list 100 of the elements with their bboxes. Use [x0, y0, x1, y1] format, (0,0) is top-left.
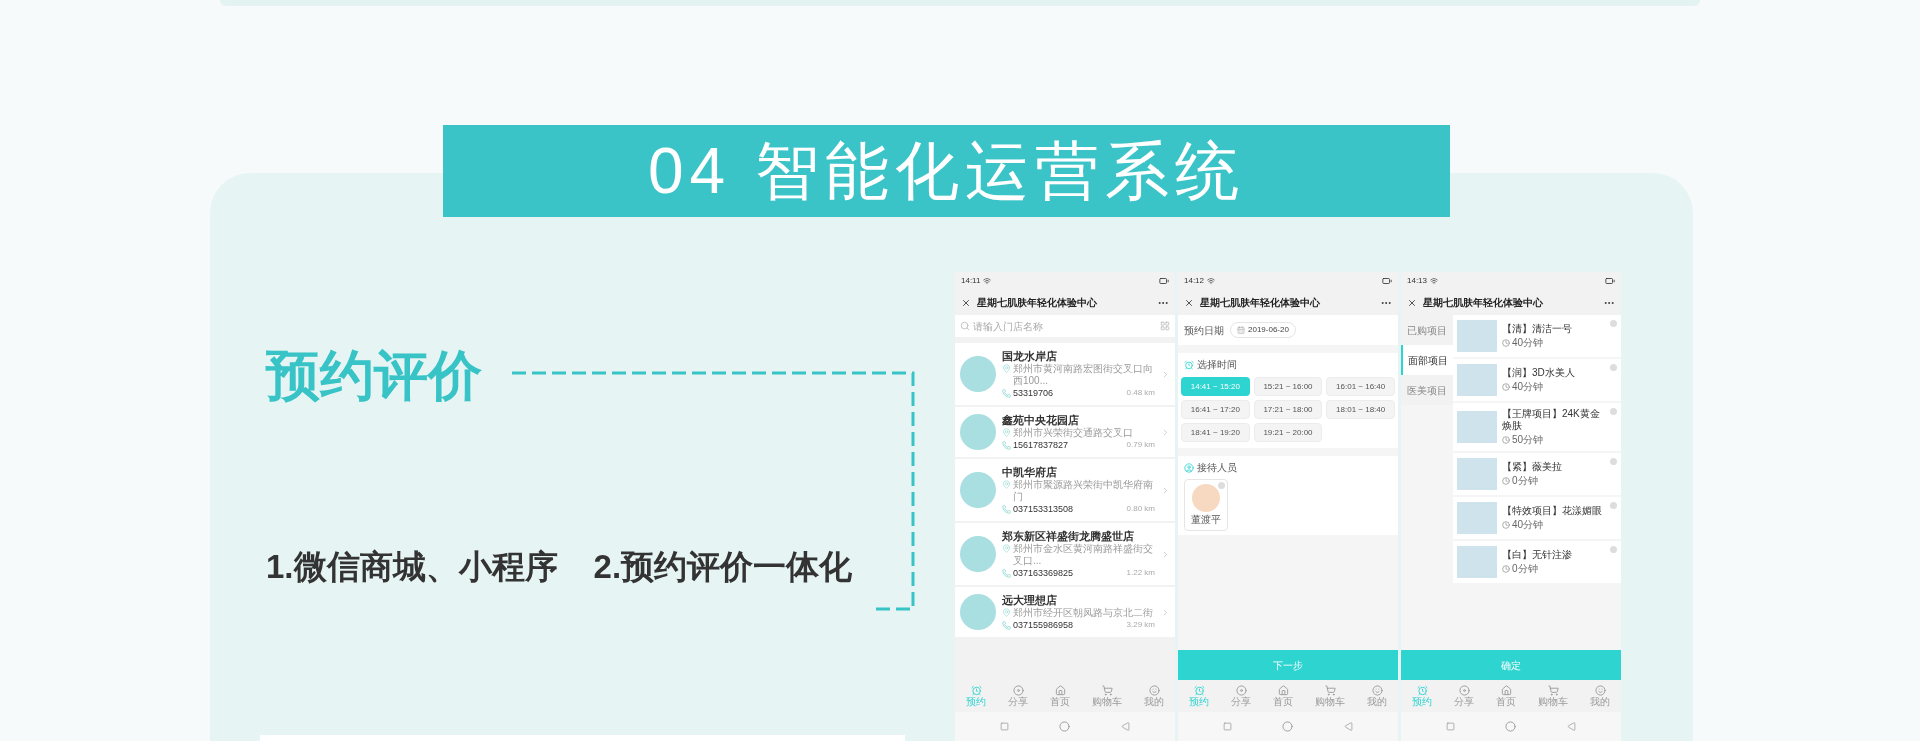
category-tab[interactable]: 面部项目	[1401, 345, 1453, 375]
service-item[interactable]: 【清】清洁一号 40分钟	[1453, 315, 1621, 357]
date-label: 预约日期	[1184, 323, 1224, 338]
clock-icon	[1502, 477, 1510, 485]
recent-apps-icon[interactable]	[1446, 722, 1456, 731]
store-name: 远大理想店	[1002, 593, 1058, 607]
staff-card[interactable]: 董渡平	[1184, 479, 1228, 531]
store-item[interactable]: 国龙水岸店 郑州市黄河南路宏图街交叉口向西100... 53319706 0.48 km	[955, 343, 1175, 405]
tab-icon	[970, 684, 982, 696]
photo-placeholder	[1457, 411, 1497, 443]
store-phone: 037153313508	[1013, 503, 1074, 515]
time-slot[interactable]: 19:21 ~ 20:00	[1253, 423, 1323, 442]
battery-icon	[1159, 276, 1169, 286]
photo-placeholder	[960, 356, 996, 392]
time-slot[interactable]: 16:01 ~ 16:40	[1326, 377, 1395, 396]
store-item[interactable]: 鑫苑中央花园店 郑州市兴荣街交通路交叉口 15617837827 0.79 km	[955, 407, 1175, 457]
time-slot[interactable]: 18:41 ~ 19:20	[1181, 423, 1250, 442]
photo-placeholder	[960, 594, 996, 630]
service-name: 【清】清洁一号	[1502, 323, 1573, 335]
tab-icon	[1594, 684, 1606, 696]
person-icon	[1184, 462, 1194, 473]
store-distance: 0.80 km	[1126, 503, 1155, 515]
close-icon[interactable]	[961, 297, 971, 308]
wifi-icon	[983, 277, 992, 285]
tab-icon	[1458, 684, 1470, 696]
store-name: 中凯华府店	[1002, 465, 1058, 479]
service-name: 【润】3D水美人	[1502, 367, 1576, 379]
feature-title: 预约评价	[266, 344, 482, 407]
chevron-icon	[1161, 607, 1170, 617]
tab-icon	[1547, 684, 1559, 696]
status-time: 14:12	[1184, 275, 1205, 287]
service-item[interactable]: 【王牌项目】24K黄金焕肤 50分钟	[1453, 403, 1621, 451]
grid-icon[interactable]	[1160, 321, 1170, 331]
service-duration: 40分钟	[1512, 519, 1544, 531]
time-slot[interactable]: 18:01 ~ 18:40	[1326, 400, 1395, 419]
tab-icon	[1101, 684, 1113, 696]
photo-placeholder	[960, 414, 996, 450]
alarm-icon	[1184, 359, 1194, 370]
time-slot[interactable]: 16:41 ~ 17:20	[1181, 400, 1250, 419]
close-icon[interactable]	[1184, 297, 1194, 308]
store-distance: 3.29 km	[1126, 619, 1155, 631]
close-icon[interactable]	[1407, 297, 1417, 308]
store-name: 国龙水岸店	[1002, 349, 1058, 363]
photo-placeholder	[1457, 458, 1497, 490]
service-item[interactable]: 【紧】薇美拉 0分钟	[1453, 453, 1621, 495]
home-icon[interactable]	[1282, 721, 1294, 732]
service-duration: 50分钟	[1512, 434, 1544, 446]
feature-point: 1.微信商城、小程序	[266, 547, 558, 587]
status-time: 14:11	[961, 275, 981, 287]
photo-placeholder	[1457, 546, 1497, 578]
location-icon	[1002, 364, 1011, 373]
recent-apps-icon[interactable]	[1223, 722, 1233, 731]
photo-placeholder	[1457, 364, 1497, 396]
tab-icon	[1277, 684, 1289, 696]
clock-icon	[1502, 521, 1510, 529]
time-slot[interactable]: 17:21 ~ 18:00	[1253, 400, 1323, 419]
time-slot[interactable]: 15:21 ~ 16:00	[1253, 377, 1323, 396]
store-item[interactable]: 中凯华府店 郑州市聚源路兴荣街中凯华府南门 037153313508 0.80 km	[955, 459, 1175, 521]
photo-placeholder	[1457, 320, 1497, 352]
section-banner: 04 智能化运营系统	[443, 125, 1450, 217]
location-icon	[1002, 428, 1011, 437]
recent-apps-icon[interactable]	[1000, 722, 1010, 731]
store-phone: 53319706	[1013, 387, 1054, 399]
phone-icon	[1002, 388, 1011, 398]
service-duration: 40分钟	[1512, 337, 1544, 349]
store-item[interactable]: 远大理想店 郑州市经开区朝凤路与京北二街 037155986958 3.29 km	[955, 587, 1175, 637]
store-address: 郑州市经开区朝凤路与京北二街	[1013, 607, 1153, 619]
photo-placeholder	[960, 472, 996, 508]
location-icon	[1002, 608, 1011, 617]
chevron-icon	[1161, 485, 1170, 495]
back-icon[interactable]	[1343, 722, 1353, 731]
back-icon[interactable]	[1566, 722, 1576, 731]
feature-point: 2.预约评价一体化	[593, 547, 853, 587]
tab-icon	[1012, 684, 1024, 696]
clock-icon	[1502, 565, 1510, 573]
tab-icon	[1235, 684, 1247, 696]
tab-icon	[1193, 684, 1205, 696]
store-name: 郑东新区祥盛街龙腾盛世店	[1002, 529, 1135, 543]
service-duration: 0分钟	[1512, 563, 1538, 575]
service-item[interactable]: 【白】无针注渗 0分钟	[1453, 541, 1621, 583]
service-item[interactable]: 【润】3D水美人 40分钟	[1453, 359, 1621, 401]
service-item[interactable]: 【特效项目】花漾媚眼 40分钟	[1453, 497, 1621, 539]
home-icon[interactable]	[1059, 721, 1071, 732]
home-icon[interactable]	[1505, 721, 1517, 732]
check-mark[interactable]	[1610, 408, 1617, 415]
check-mark[interactable]	[1610, 364, 1617, 371]
check-mark[interactable]	[1610, 502, 1617, 509]
photo-placeholder	[1457, 502, 1497, 534]
check-mark[interactable]	[1610, 320, 1617, 327]
check-mark[interactable]	[1610, 458, 1617, 465]
section-title: 接待人员	[1197, 461, 1237, 475]
tab-icon	[1148, 684, 1160, 696]
tab-icon	[1054, 684, 1066, 696]
tab-icon	[1324, 684, 1336, 696]
check-mark[interactable]	[1610, 546, 1617, 553]
tab-icon	[1416, 684, 1428, 696]
store-item[interactable]: 郑东新区祥盛街龙腾盛世店 郑州市金水区黄河南路祥盛街交叉口... 037163369825 1.22 km	[955, 523, 1175, 585]
phone-icon	[1002, 620, 1011, 630]
back-icon[interactable]	[1120, 722, 1130, 731]
store-distance: 0.48 km	[1126, 387, 1155, 399]
